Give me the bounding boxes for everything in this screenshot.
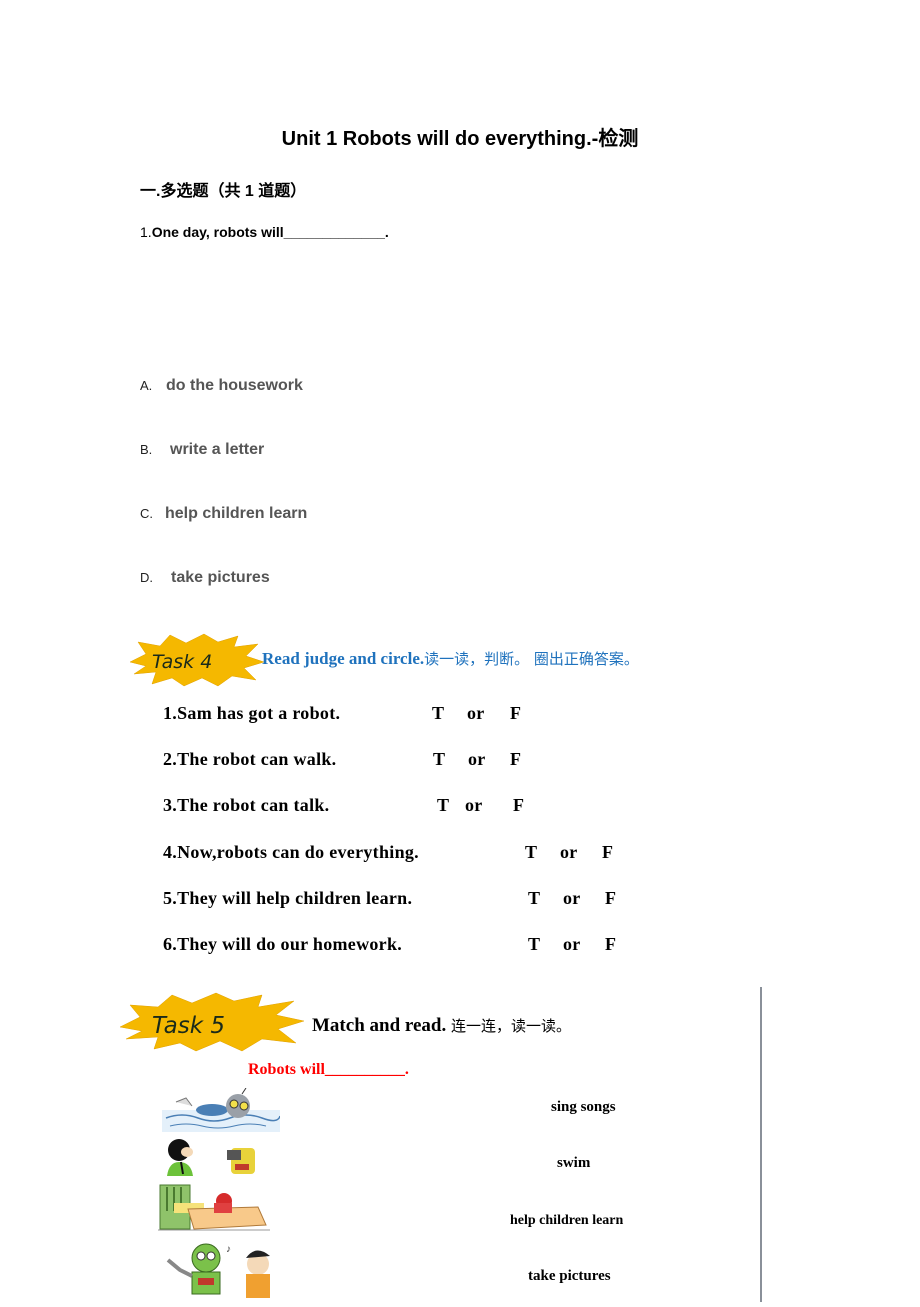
making-bed-picture [158,1181,270,1231]
phrase-take-pictures[interactable]: take pictures [528,1268,611,1285]
tf-statement: 2.The robot can walk. [163,749,337,769]
question-number: 1. [140,224,152,240]
bed-robot-icon [158,1184,270,1231]
question-text: One day, robots will_____________. [151,224,389,240]
starburst-icon: Task 5 [119,992,305,1052]
tf-item-4: 4.Now,robots can do everything. T or F [163,842,643,866]
tf-statement: 1.Sam has got a robot. [163,703,341,723]
phrase-help-children-learn[interactable]: help children learn [510,1213,623,1229]
true-option[interactable]: T [528,888,540,909]
tf-statement: 5.They will help children learn. [163,888,413,908]
true-option[interactable]: T [525,842,537,863]
false-option[interactable]: F [513,795,524,816]
question-1: 1.One day, robots will_____________. [140,224,389,240]
singing-robot-icon: ♪ [166,1243,270,1298]
tf-item-3: 3.The robot can talk. T or F [163,795,643,819]
task4-heading-cn: 读一读，判断。 圈出正确答案。 [424,650,639,668]
phrase-sing-songs[interactable]: sing songs [551,1099,616,1116]
false-option[interactable]: F [605,888,616,909]
or-label: or [560,842,578,862]
false-option[interactable]: F [510,703,521,724]
task5-heading: Match and read. 连一连，读一读。 [312,1015,571,1037]
option-text: take pictures [171,569,270,586]
tf-item-5: 5.They will help children learn. T or F [163,888,643,912]
task5-badge: Task 5 [116,991,306,1053]
false-option[interactable]: F [510,749,521,770]
camera-robot-icon [167,1139,255,1176]
option-a[interactable]: A. do the housework [140,377,303,395]
tf-item-2: 2.The robot can walk. T or F [163,749,643,773]
swimming-robot-picture [162,1087,281,1132]
page-divider [760,987,762,1302]
singing-picture: ♪ [160,1240,278,1302]
option-letter: D. [140,570,153,585]
task4-heading-en: Read judge and circle. [262,649,425,668]
tf-statement: 6.They will do our homework. [163,934,403,954]
false-option[interactable]: F [605,934,616,955]
section-heading: 一.多选题（共 1 道题） [140,183,307,200]
phrase-swim[interactable]: swim [557,1155,590,1172]
taking-pictures-picture [163,1138,259,1176]
or-label: or [465,795,483,815]
tf-statement: 4.Now,robots can do everything. [163,842,419,862]
or-label: or [467,703,485,723]
or-label: or [563,888,581,908]
document-title: Unit 1 Robots will do everything.-检测 [281,128,639,150]
option-letter: A. [140,378,153,393]
option-d[interactable]: D. take pictures [140,569,270,587]
swimming-robot-icon [162,1087,281,1132]
option-letter: B. [140,442,153,457]
task5-heading-en: Match and read. [312,1015,447,1036]
option-c[interactable]: C. help children learn [140,505,307,523]
task5-badge-label: Task 5 [152,1013,225,1039]
match-prompt: Robots will__________. [248,1061,409,1078]
tf-item-1: 1.Sam has got a robot. T or F [163,703,643,727]
task5-heading-cn: 连一连，读一读。 [450,1017,571,1035]
option-text: do the housework [166,377,303,394]
true-option[interactable]: T [528,934,540,955]
svg-text:♪: ♪ [226,1244,231,1255]
option-text: help children learn [165,505,308,522]
option-b[interactable]: B. write a letter [140,441,264,459]
or-label: or [468,749,486,769]
task4-heading: Read judge and circle.读一读，判断。 圈出正确答案。 [262,648,639,669]
option-letter: C. [140,506,153,521]
tf-statement: 3.The robot can talk. [163,795,330,815]
or-label: or [563,934,581,954]
starburst-icon: Task 4 [129,633,265,687]
true-option[interactable]: T [433,749,445,770]
task4-badge-label: Task 4 [152,651,212,673]
tf-item-6: 6.They will do our homework. T or F [163,934,643,958]
true-option[interactable]: T [432,703,444,724]
task4-badge: Task 4 [126,632,266,688]
true-option[interactable]: T [437,795,449,816]
false-option[interactable]: F [602,842,613,863]
option-text: write a letter [170,441,265,458]
